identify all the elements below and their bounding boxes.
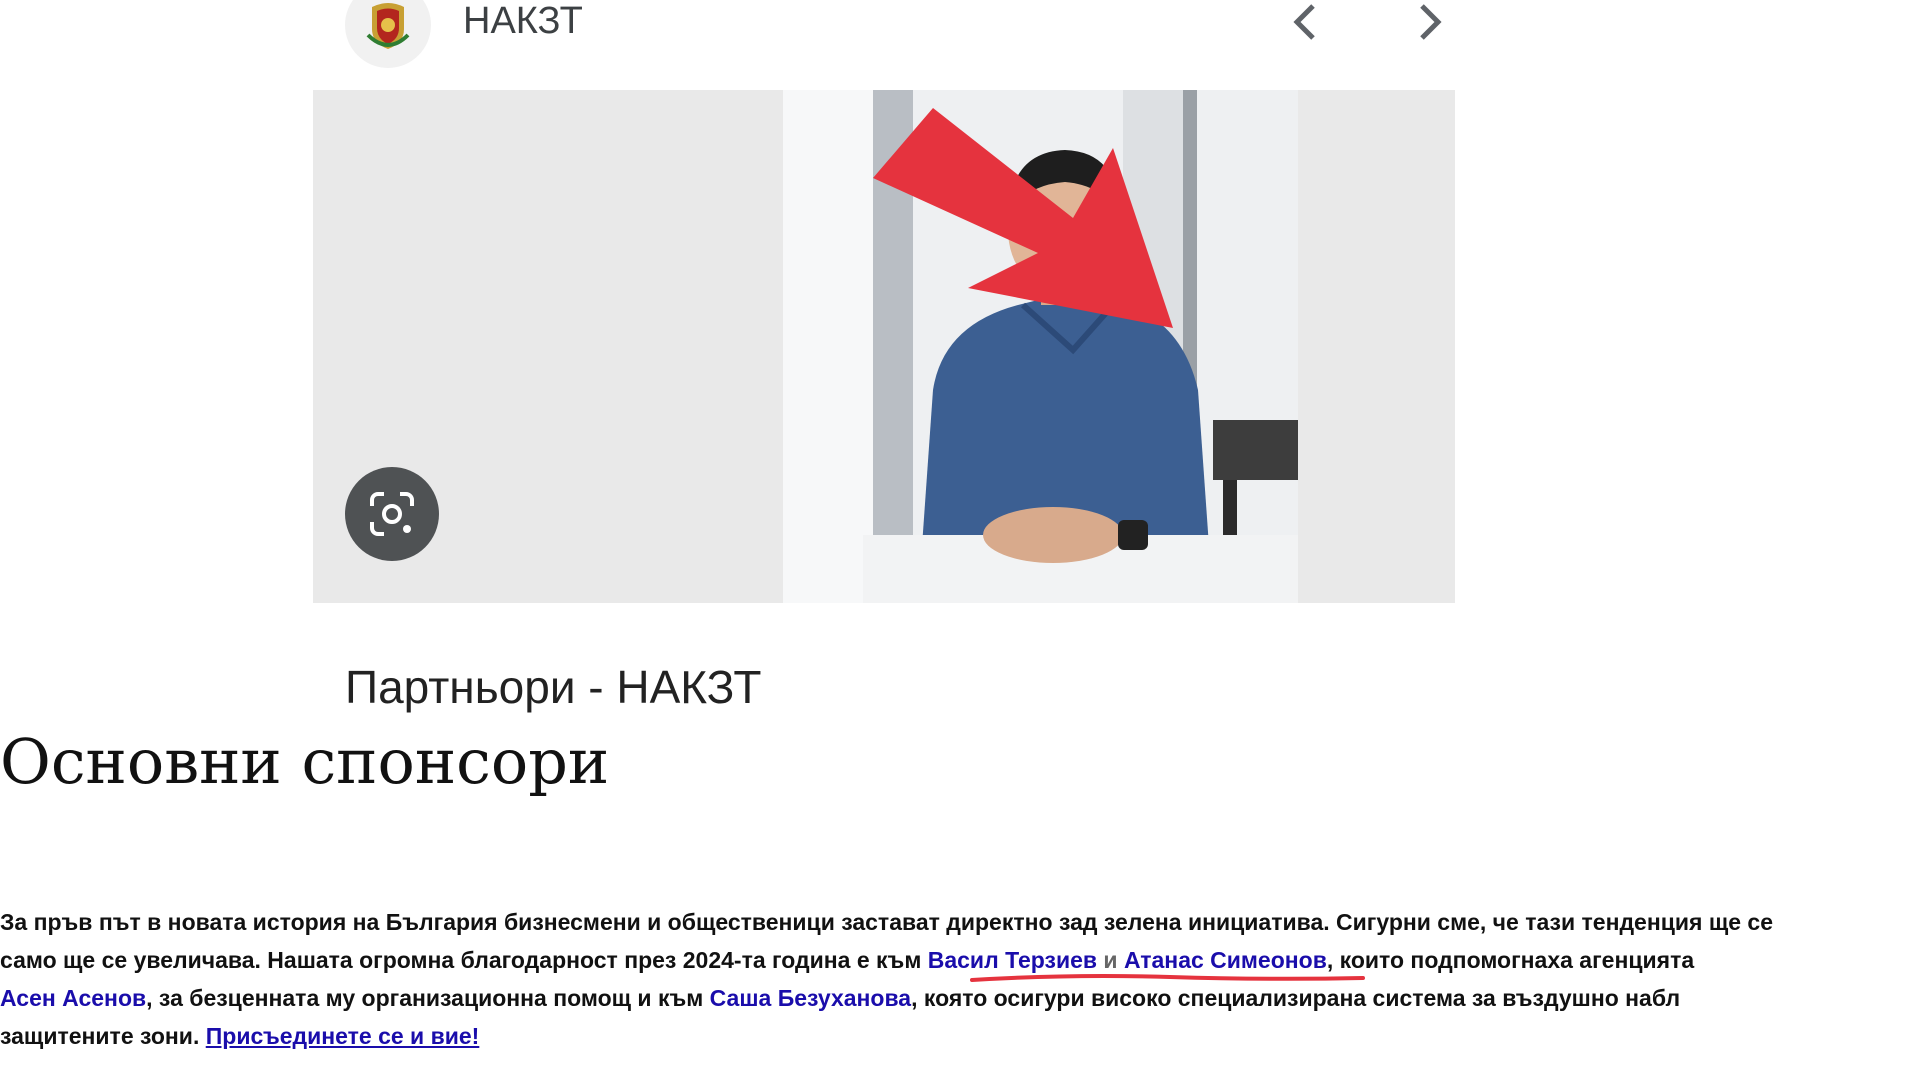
coat-of-arms-icon[interactable] [345,0,431,68]
article-line: само ще се увеличава. Нашата огромна бла… [0,947,1695,973]
google-lens-icon [370,492,414,536]
image-result-header: НАКЗТ [345,0,1455,70]
red-underline-annotation [970,974,1365,982]
article-line: защитените зони. Присъединете се и вие! [0,1023,480,1049]
site-name[interactable]: НАКЗТ [463,0,583,43]
google-lens-button[interactable] [345,467,439,561]
article-line: Асен Асенов, за безценната му организаци… [0,985,1681,1011]
chevron-left-icon[interactable] [1285,0,1325,44]
image-preview-panel[interactable] [313,90,1455,603]
red-arrow-annotation [873,108,1173,328]
link-asen-asenov[interactable]: Асен Асенов [0,985,146,1011]
join-us-link[interactable]: Присъединете се и вие! [206,1023,480,1049]
result-title[interactable]: Партньори - НАКЗТ [345,660,761,714]
link-sasha-bezuhanova[interactable]: Саша Безуханова [710,985,911,1011]
page-heading: Основни спонсори [0,725,610,798]
article-paragraph: За пръв път в новата история на България… [0,903,1920,1055]
article-line: За пръв път в новата история на България… [0,909,1773,935]
chevron-right-icon[interactable] [1410,0,1450,44]
